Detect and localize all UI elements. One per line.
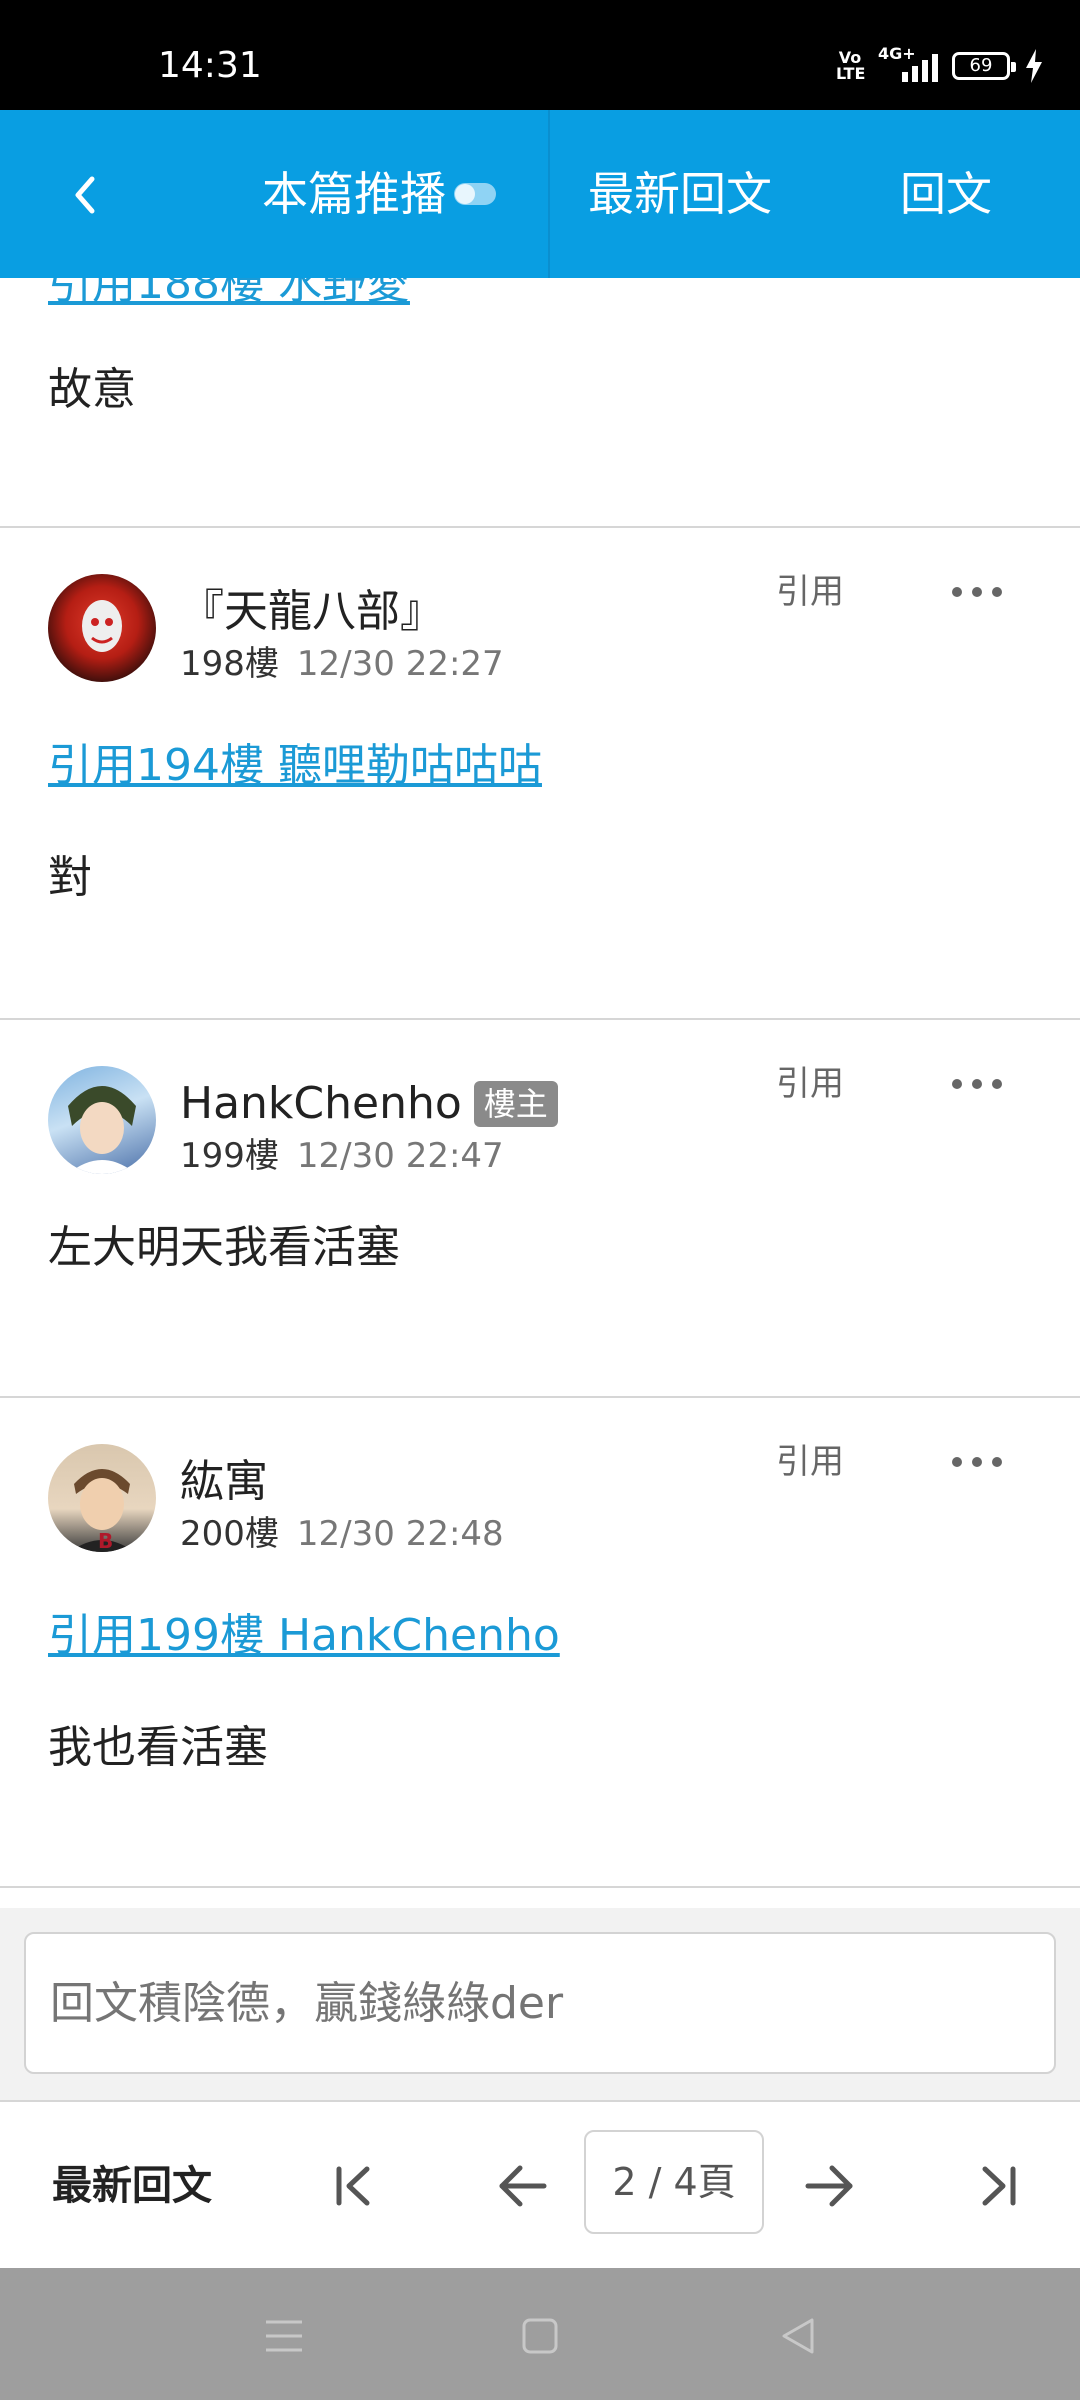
post-text: 對 — [48, 852, 92, 903]
more-options-icon[interactable] — [952, 1452, 1002, 1472]
back-button[interactable] — [50, 160, 120, 230]
quote-button[interactable]: 引用 — [776, 1440, 844, 1484]
post-time: 12/30 22:27 — [296, 644, 504, 684]
first-page-icon[interactable] — [324, 2156, 384, 2216]
author-label: 『天龍八部』 — [180, 586, 444, 637]
post-meta: 199樓 12/30 22:47 — [180, 1134, 504, 1178]
floor-number: 200樓 — [180, 1514, 279, 1554]
author-label: 紘寓 — [180, 1456, 268, 1507]
pagination-bar: 最新回文 2 / 4頁 — [0, 2104, 1080, 2268]
floor-number: 199樓 — [180, 1136, 279, 1176]
quote-link[interactable]: 引用194樓 聽哩勒咕咕咕 — [48, 738, 542, 794]
battery-level: 69 — [969, 55, 993, 76]
post-text: 我也看活塞 — [48, 1722, 268, 1773]
home-icon[interactable] — [512, 2308, 568, 2364]
page-selector[interactable]: 2 / 4頁 — [584, 2130, 764, 2234]
post-time: 12/30 22:47 — [296, 1136, 504, 1176]
more-options-icon[interactable] — [952, 1074, 1002, 1094]
avatar[interactable] — [48, 574, 156, 682]
quote-link[interactable]: 引用188樓 水野愛 — [48, 278, 410, 312]
system-nav-bar — [0, 2268, 1080, 2400]
status-bar: 14:31 Vo LTE 4G+ 69 — [0, 0, 1080, 110]
volte-icon: Vo LTE — [836, 48, 866, 83]
post-text: 左大明天我看活塞 — [48, 1222, 400, 1273]
status-time: 14:31 — [158, 45, 262, 86]
post-meta: 200樓 12/30 22:48 — [180, 1512, 504, 1556]
back-nav-icon[interactable] — [770, 2308, 826, 2364]
last-page-icon[interactable] — [968, 2156, 1028, 2216]
push-label: 本篇推播 — [262, 167, 446, 221]
top-app-bar: 本篇推播 最新回文 回文 — [0, 110, 1080, 278]
previous-page-icon[interactable] — [492, 2156, 552, 2216]
post-text: 故意 — [48, 364, 136, 415]
floor-number: 198樓 — [180, 644, 279, 684]
post-meta: 198樓 12/30 22:27 — [180, 642, 504, 686]
avatar-image: B — [70, 1469, 134, 1552]
post-item: HankChenho 樓主 199樓 12/30 22:47 引用 左大明天我看活… — [0, 1020, 1080, 1398]
post-item: B 紘寓 200樓 12/30 22:48 引用 引用199樓 HankChenh… — [0, 1398, 1080, 1888]
avatar[interactable]: B — [48, 1444, 156, 1552]
author-label: HankChenho — [180, 1078, 462, 1129]
thread-owner-badge: 樓主 — [473, 1081, 558, 1127]
post-item: 引用188樓 水野愛 故意 — [0, 278, 1080, 528]
author-name[interactable]: 『天龍八部』 — [180, 584, 444, 640]
post-item: 『天龍八部』 198樓 12/30 22:27 引用 引用194樓 聽哩勒咕咕咕 … — [0, 528, 1080, 1020]
divider — [548, 110, 550, 278]
reply-bar — [0, 1908, 1080, 2102]
menu-icon[interactable] — [256, 2308, 312, 2364]
toggle-switch-icon — [454, 183, 496, 205]
latest-replies-button[interactable]: 最新回文 — [588, 162, 772, 226]
chevron-left-icon — [75, 176, 95, 214]
next-page-icon[interactable] — [800, 2156, 860, 2216]
quote-button[interactable]: 引用 — [776, 570, 844, 614]
signal-icon: 4G+ — [878, 44, 938, 84]
reply-button[interactable]: 回文 — [900, 162, 992, 226]
latest-replies-link[interactable]: 最新回文 — [52, 2160, 212, 2212]
post-time: 12/30 22:48 — [296, 1514, 504, 1554]
author-name[interactable]: HankChenho 樓主 — [180, 1076, 558, 1132]
author-name[interactable]: 紘寓 — [180, 1454, 268, 1510]
avatar-image — [82, 600, 122, 652]
quote-link[interactable]: 引用199樓 HankChenho — [48, 1608, 560, 1664]
avatar-image — [68, 1086, 136, 1174]
quote-button[interactable]: 引用 — [776, 1062, 844, 1106]
avatar[interactable] — [48, 1066, 156, 1174]
reply-input[interactable] — [24, 1932, 1056, 2074]
thread-content[interactable]: 引用188樓 水野愛 故意 『天龍八部』 198樓 12/30 22:27 引用 … — [0, 278, 1080, 1908]
charging-icon — [1026, 49, 1042, 83]
status-icons: Vo LTE 4G+ 69 — [836, 44, 1044, 88]
battery-icon: 69 — [952, 52, 1016, 80]
svg-text:B: B — [98, 1529, 113, 1552]
more-options-icon[interactable] — [952, 582, 1002, 602]
push-notification-toggle[interactable]: 本篇推播 — [262, 162, 496, 226]
